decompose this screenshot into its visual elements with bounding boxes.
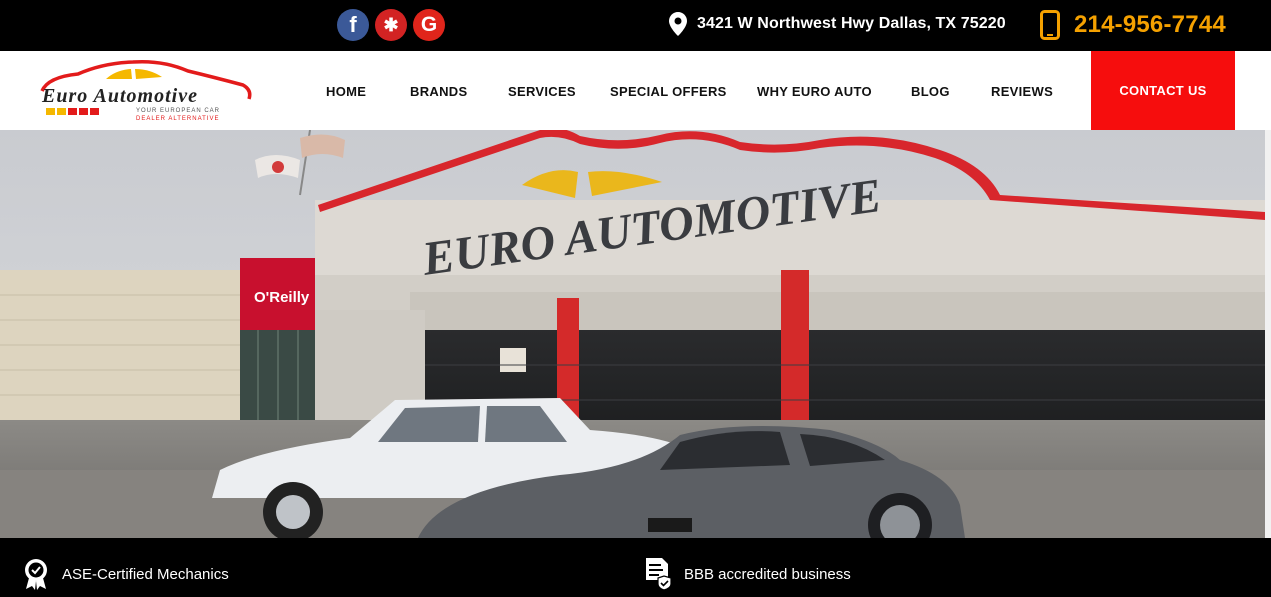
accredited-document-icon (646, 558, 672, 590)
google-icon[interactable]: G (413, 9, 445, 41)
mobile-phone-icon (1040, 10, 1060, 40)
oreilly-sign: O'Reilly (254, 289, 310, 306)
nav-reviews[interactable]: REVIEWS (991, 84, 1053, 99)
phone-link[interactable]: 214-956-7744 (1040, 10, 1226, 40)
svg-text:DEALER ALTERNATIVE: DEALER ALTERNATIVE (136, 116, 219, 122)
svg-text:YOUR EUROPEAN CAR: YOUR EUROPEAN CAR (136, 108, 220, 114)
euro-automotive-logo[interactable]: Euro Automotive YOUR EUROPEAN CAR DEALER… (38, 57, 254, 123)
yelp-icon[interactable]: ✱ (375, 9, 407, 41)
facebook-icon[interactable]: f (337, 9, 369, 41)
scrollbar[interactable] (1265, 130, 1271, 538)
phone-number: 214-956-7744 (1074, 11, 1226, 38)
nav-home[interactable]: HOME (326, 84, 366, 99)
feature-label: BBB accredited business (684, 565, 851, 583)
feature-bbb-accredited: BBB accredited business (646, 558, 851, 590)
hero-image: O'Reilly EURO AUTOMOTIVE (0, 130, 1265, 538)
svg-text:Euro Automotive: Euro Automotive (41, 85, 198, 107)
nav-blog[interactable]: BLOG (911, 84, 950, 99)
address-link[interactable]: 3421 W Northwest Hwy Dallas, TX 75220 (669, 12, 1006, 36)
nav-brands[interactable]: BRANDS (410, 84, 467, 99)
feature-ase-certified: ASE-Certified Mechanics (22, 558, 229, 590)
certified-badge-icon (25, 559, 47, 590)
nav-services[interactable]: SERVICES (508, 84, 576, 99)
contact-us-button[interactable]: CONTACT US (1091, 51, 1235, 130)
address-text: 3421 W Northwest Hwy Dallas, TX 75220 (697, 15, 1006, 32)
nav-why-euro-auto[interactable]: WHY EURO AUTO (757, 84, 872, 99)
feature-label: ASE-Certified Mechanics (62, 565, 229, 583)
map-pin-icon (669, 12, 687, 36)
nav-special-offers[interactable]: SPECIAL OFFERS (610, 84, 727, 99)
